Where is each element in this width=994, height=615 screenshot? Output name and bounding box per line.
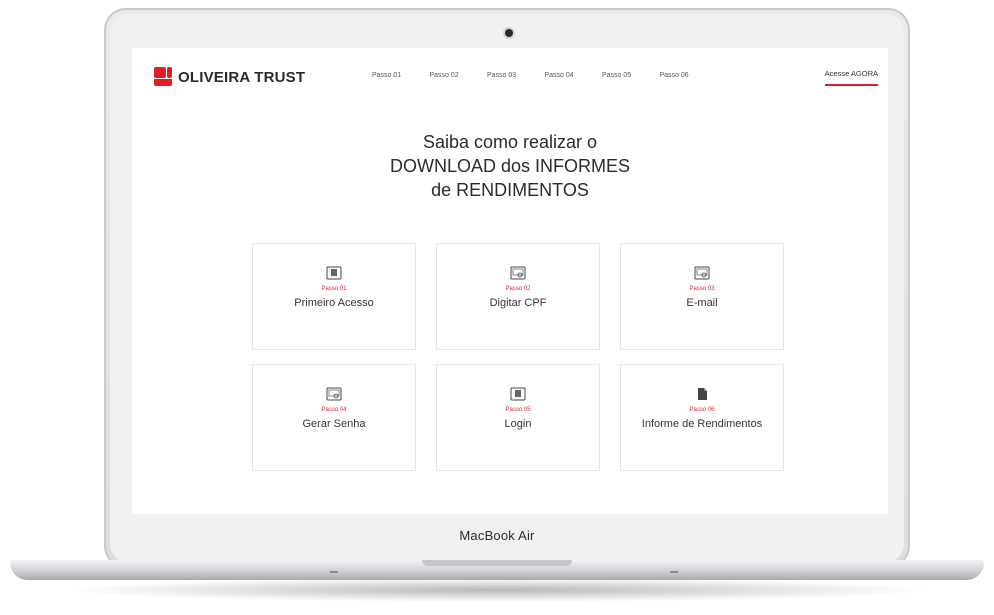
nav-step-04[interactable]: Passo 04 <box>545 72 603 79</box>
step-label: Login <box>504 418 532 430</box>
laptop-foot-left <box>330 571 338 573</box>
step-number: Passo 06 <box>689 407 715 413</box>
nav-step-01[interactable]: Passo 01 <box>372 72 430 79</box>
monitor-icon <box>326 266 342 280</box>
brand-name: OLIVEIRA TRUST <box>178 68 306 86</box>
nav-step-03[interactable]: Passo 03 <box>487 72 545 79</box>
title-line-3: de RENDIMENTOS <box>431 180 589 200</box>
step-number: Passo 01 <box>321 286 347 292</box>
screen-search-icon <box>326 387 342 401</box>
document-icon <box>698 388 707 400</box>
screen-search-icon <box>694 266 710 280</box>
step-label: Digitar CPF <box>489 297 547 309</box>
step-number: Passo 02 <box>505 286 531 292</box>
step-label: E-mail <box>686 297 718 309</box>
nav-step-06[interactable]: Passo 06 <box>660 72 718 79</box>
access-now-link[interactable]: Acesse AGORA <box>824 69 878 86</box>
logo-mark-icon <box>154 67 172 87</box>
nav-step-02[interactable]: Passo 02 <box>430 72 488 79</box>
brand-logo[interactable]: OLIVEIRA TRUST <box>154 67 305 87</box>
camera-icon <box>505 29 513 37</box>
laptop-foot-right <box>670 571 678 573</box>
screen: OLIVEIRA TRUST Passo 01 Passo 02 Passo 0… <box>132 48 888 514</box>
step-card-02[interactable]: Passo 02 Digitar CPF <box>436 243 600 350</box>
laptop-notch <box>422 560 572 566</box>
title-line-1: Saiba como realizar o <box>422 132 598 152</box>
page-title: Saiba como realizar o DOWNLOAD dos INFOR… <box>132 130 888 202</box>
steps-nav: Passo 01 Passo 02 Passo 03 Passo 04 Pass… <box>372 72 717 79</box>
step-card-03[interactable]: Passo 03 E-mail <box>620 243 784 350</box>
step-number: Passo 05 <box>505 407 531 413</box>
screen-search-icon <box>510 266 526 280</box>
step-card-06[interactable]: Passo 06 Informe de Rendimentos <box>620 364 784 471</box>
step-label: Gerar Senha <box>302 418 366 430</box>
step-label: Informe de Rendimentos <box>641 418 763 430</box>
device-label: MacBook Air <box>459 528 535 543</box>
step-label: Primeiro Acesso <box>294 297 374 309</box>
title-line-2: DOWNLOAD dos INFORMES <box>389 156 631 176</box>
nav-step-05[interactable]: Passo 05 <box>602 72 660 79</box>
step-card-04[interactable]: Passo 04 Gerar Senha <box>252 364 416 471</box>
monitor-icon <box>510 387 526 401</box>
laptop-shadow <box>60 578 934 602</box>
step-number: Passo 04 <box>321 407 347 413</box>
step-number: Passo 03 <box>689 286 715 292</box>
top-navbar: OLIVEIRA TRUST Passo 01 Passo 02 Passo 0… <box>132 48 888 98</box>
step-card-05[interactable]: Passo 05 Login <box>436 364 600 471</box>
step-card-01[interactable]: Passo 01 Primeiro Acesso <box>252 243 416 350</box>
